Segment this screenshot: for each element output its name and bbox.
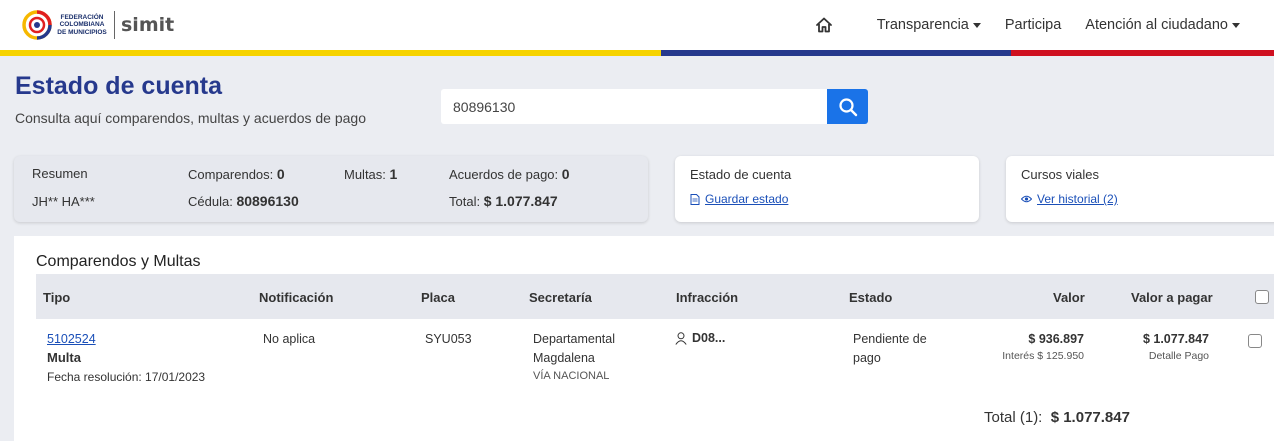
estado-card-title: Estado de cuenta (690, 167, 792, 182)
col-tipo: Tipo (43, 290, 71, 305)
row-valor-pagar: $ 1.077.847 (1142, 332, 1209, 346)
nav-atencion-label: Atención al ciudadano (1085, 17, 1228, 33)
simit-logo: simit (121, 14, 175, 36)
comparendo-number-link[interactable]: 5102524 (47, 332, 96, 346)
col-secretaria: Secretaría (529, 290, 592, 305)
nav-participa-label: Participa (1004, 17, 1062, 33)
search-button[interactable] (827, 89, 868, 124)
comparendos-count: Comparendos: 0 (188, 166, 285, 182)
search-bar (441, 89, 868, 124)
col-infraccion: Infracción (676, 290, 739, 305)
col-notificacion: Notificación (259, 290, 334, 305)
row-infraccion[interactable]: D08... (675, 331, 725, 345)
panel-title: Comparendos y Multas (36, 253, 201, 270)
select-all-checkbox[interactable] (1255, 290, 1269, 304)
person-icon (675, 331, 687, 345)
cursos-card-title: Cursos viales (1021, 167, 1100, 182)
row-checkbox[interactable] (1248, 334, 1262, 348)
logo[interactable]: FEDERACIÓN COLOMBIANA DE MUNICIPIOS simi… (22, 6, 174, 44)
logo-divider (114, 11, 115, 39)
col-placa: Placa (421, 290, 455, 305)
row-fecha-resolucion: Fecha resolución: 17/01/2023 (47, 370, 206, 384)
fcm-logo-icon (22, 10, 52, 40)
comparendos-panel: Comparendos y Multas Tipo Notificación P… (14, 236, 1274, 441)
page-subtitle: Consulta aquí comparendos, multas y acue… (15, 110, 366, 126)
row-placa: SYU053 (425, 332, 472, 346)
acuerdos-count: Acuerdos de pago: 0 (449, 166, 570, 182)
row-estado-2: pago (853, 351, 881, 365)
nav-atencion-ciudadano[interactable]: Atención al ciudadano (1085, 17, 1240, 33)
page-title: Estado de cuenta (15, 72, 222, 100)
row-estado: Pendiente de (853, 332, 927, 346)
row-valor: $ 936.897 (1028, 332, 1084, 346)
search-icon (838, 97, 857, 116)
top-header: FEDERACIÓN COLOMBIANA DE MUNICIPIOS simi… (0, 0, 1274, 50)
resumen-card: Resumen JH** HA*** Comparendos: 0 Cédula… (14, 156, 648, 222)
col-valor-pagar: Valor a pagar (1131, 290, 1213, 305)
row-secretaria-2: Magdalena (533, 351, 595, 365)
row-notificacion: No aplica (263, 332, 316, 346)
multas-count: Multas: 1 (344, 166, 398, 182)
row-detalle-pago[interactable]: Detalle Pago (1149, 350, 1209, 362)
flag-bar (0, 50, 1274, 56)
table-header: Tipo Notificación Placa Secretaría Infra… (36, 274, 1274, 319)
nav-participa[interactable]: Participa (1005, 17, 1061, 33)
eye-icon (1021, 195, 1032, 203)
estado-cuenta-card: Estado de cuenta Guardar estado (675, 156, 979, 222)
guardar-estado-link[interactable]: Guardar estado (690, 192, 788, 206)
logo-text: FEDERACIÓN COLOMBIANA DE MUNICIPIOS (57, 13, 107, 36)
main-nav: Transparencia Participa Atención al ciud… (815, 0, 1240, 50)
resumen-total: Total: $ 1.077.847 (449, 193, 558, 209)
cursos-viales-card: Cursos viales Ver historial (2) (1006, 156, 1274, 222)
nav-transparencia-label: Transparencia (876, 17, 969, 33)
table-total: Total (1): $ 1.077.847 (984, 409, 1130, 426)
caret-down-icon (972, 22, 981, 28)
col-estado: Estado (849, 290, 893, 305)
document-icon (690, 193, 700, 205)
row-interes: Interés $ 125.950 (1002, 350, 1084, 362)
row-secretaria: Departamental (533, 332, 615, 346)
cedula: Cédula: 80896130 (188, 193, 299, 209)
home-icon[interactable] (815, 16, 833, 34)
nav-transparencia[interactable]: Transparencia (877, 17, 981, 33)
search-input[interactable] (441, 89, 827, 124)
row-tipo: Multa (47, 350, 81, 365)
resumen-label: Resumen (32, 166, 88, 181)
col-valor: Valor (1053, 290, 1085, 305)
resumen-name: JH** HA*** (32, 194, 95, 209)
ver-historial-link[interactable]: Ver historial (2) (1021, 192, 1118, 206)
row-secretaria-via: VÍA NACIONAL (533, 370, 610, 382)
caret-down-icon (1232, 22, 1240, 28)
